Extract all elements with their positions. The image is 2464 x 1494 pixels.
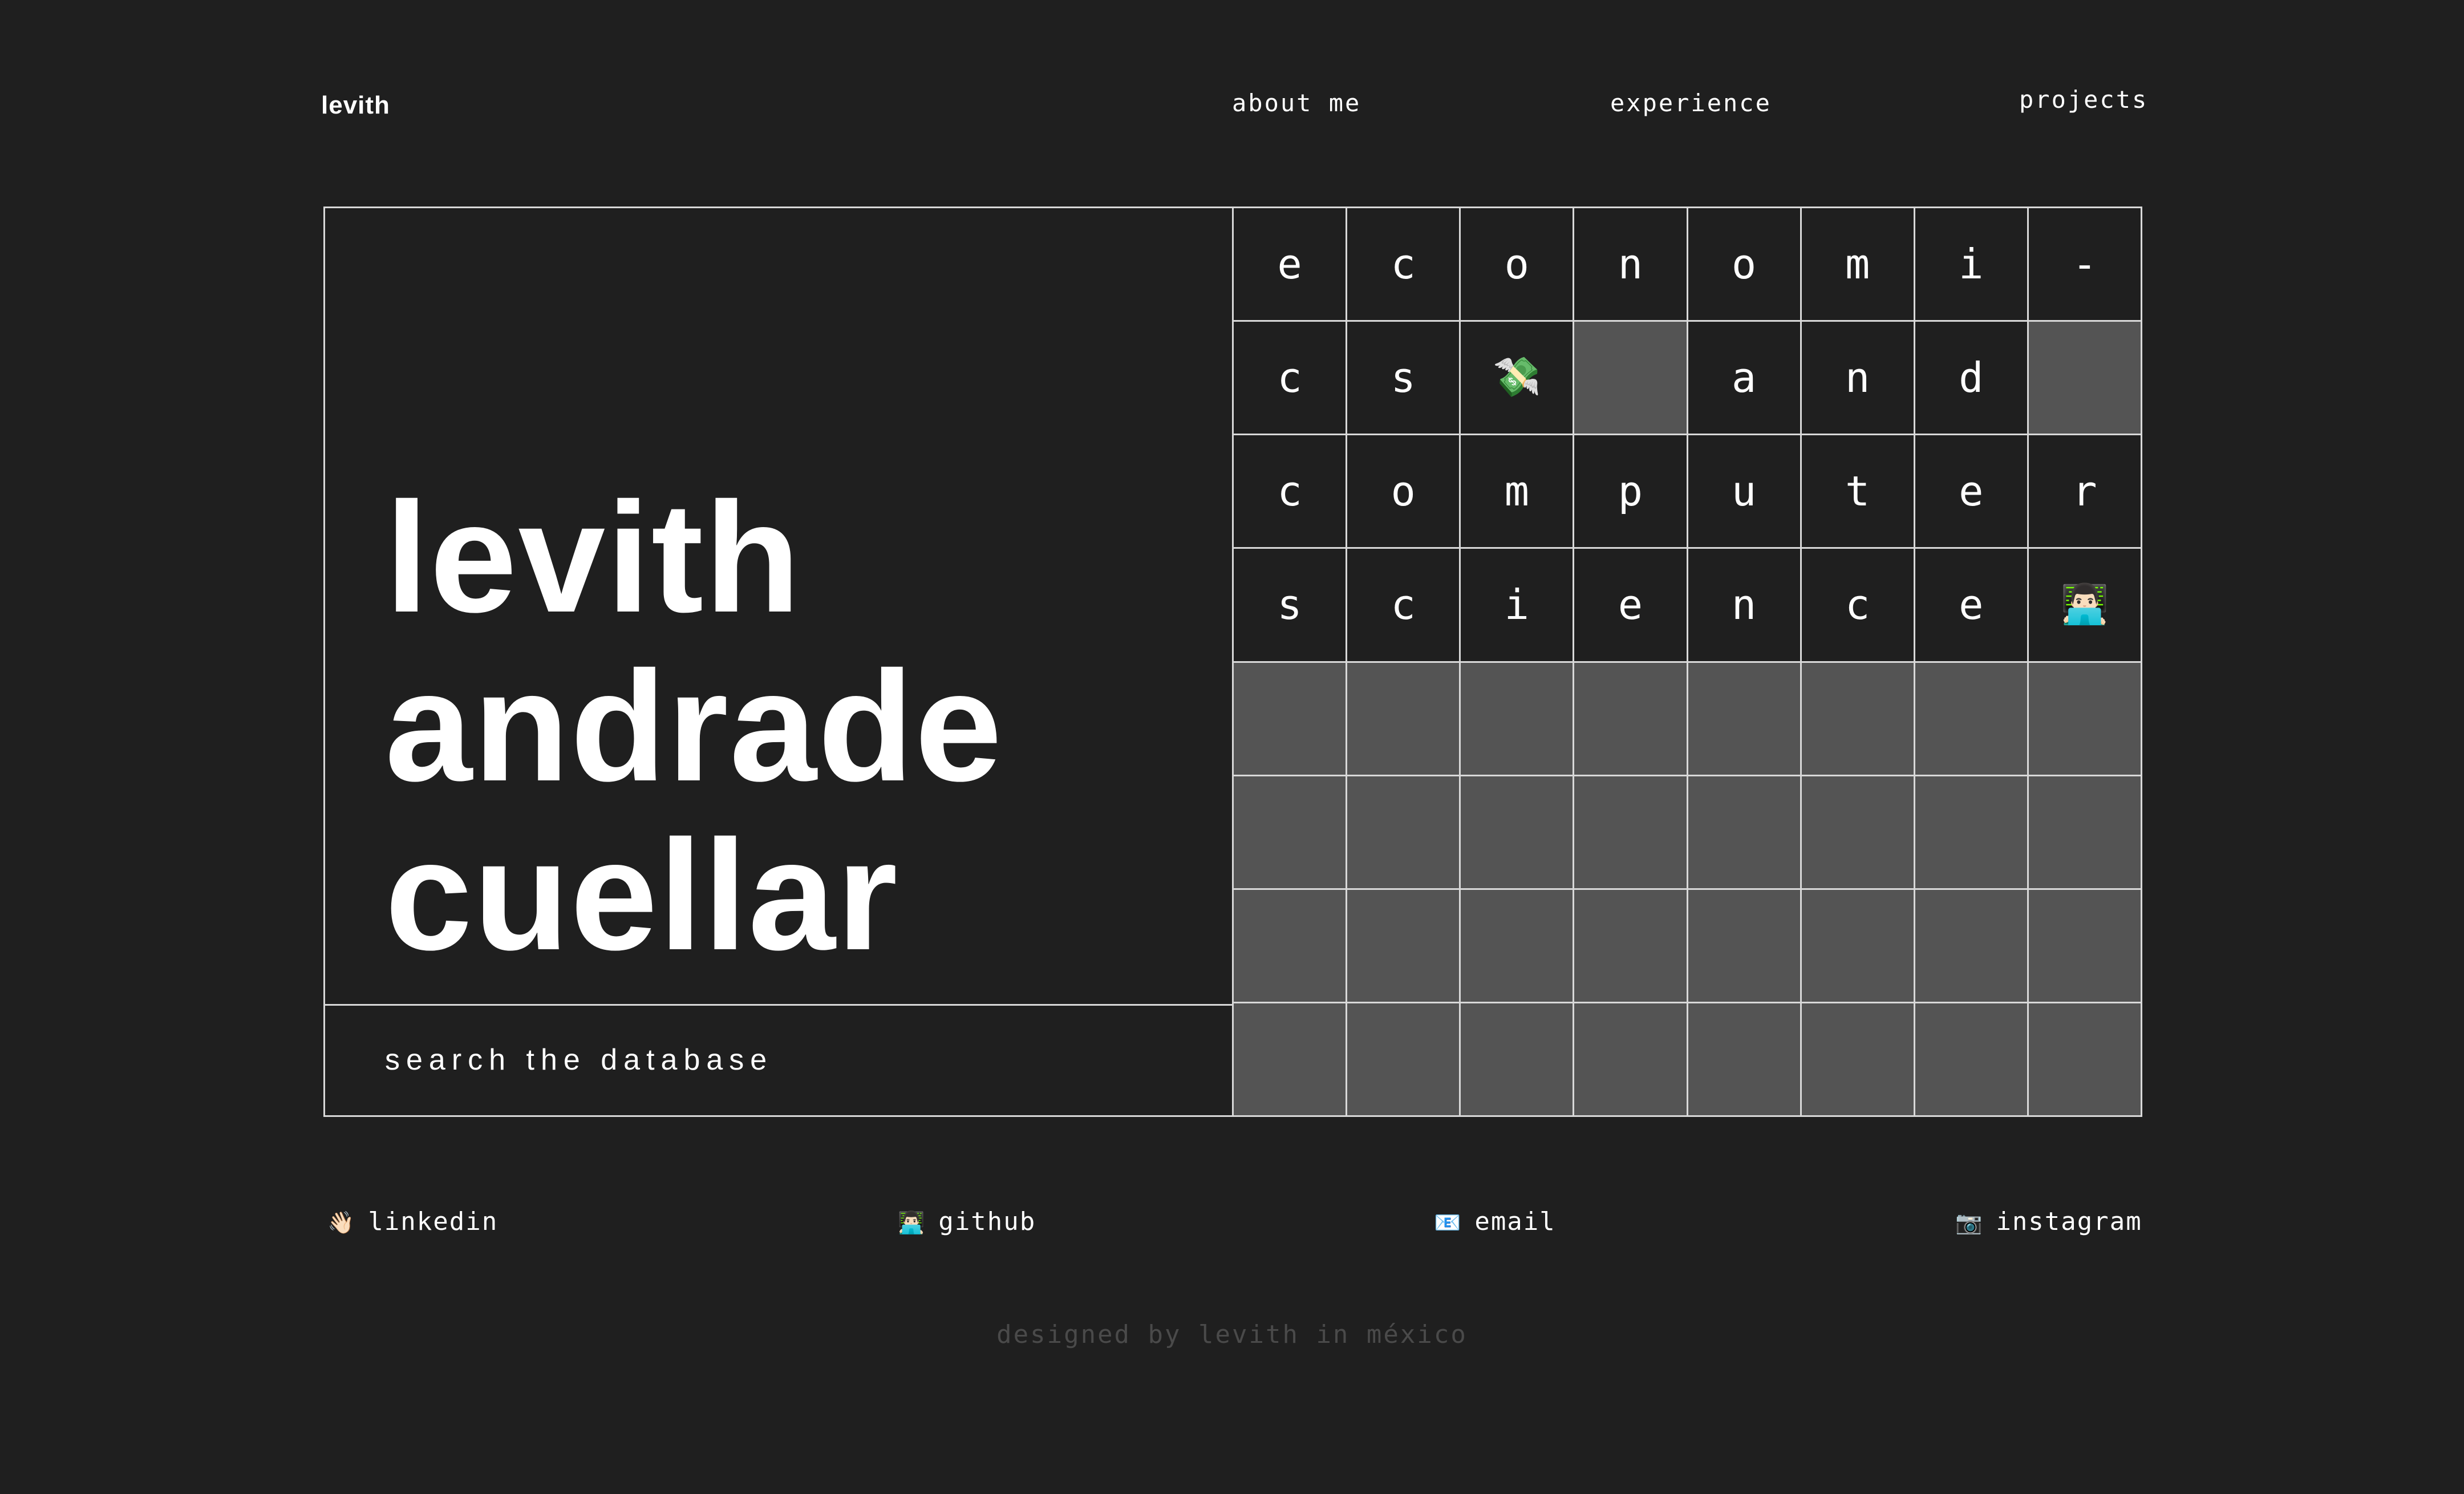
- github-link[interactable]: 👨🏻‍💻 github: [898, 1207, 1036, 1236]
- grid-cell-empty: [1688, 662, 1802, 776]
- nav-experience[interactable]: experience: [1610, 89, 1772, 117]
- envelope-icon: 📧: [1434, 1210, 1462, 1235]
- site-logo[interactable]: levith: [321, 91, 390, 120]
- grid-cell-letter: s: [1347, 322, 1461, 436]
- technologist-icon: 👨🏻‍💻: [898, 1210, 926, 1235]
- grid-cell-empty: [1915, 662, 2029, 776]
- search-database-field[interactable]: search the database: [323, 1004, 1234, 1117]
- grid-cell-empty: [1688, 1003, 1802, 1117]
- grid-cell-letter: e: [1574, 549, 1688, 663]
- grid-cell-empty: [1801, 1003, 1915, 1117]
- waving-hand-icon: 👋🏻: [327, 1210, 356, 1235]
- grid-cell-empty: [1574, 889, 1688, 1003]
- grid-cell-empty: [1234, 889, 1348, 1003]
- letter-grid: e c o n o m i - c s 💸 a n d c o m p u t e r s c i e n c e 👨🏻‍💻: [1232, 207, 2142, 1117]
- grid-cell-empty: [1234, 662, 1348, 776]
- grid-cell-empty: [1574, 322, 1688, 436]
- hero-panel: levith andrade cuellar: [323, 207, 1234, 1004]
- grid-cell-empty: [1915, 889, 2029, 1003]
- grid-cell-empty: [1461, 776, 1575, 890]
- linkedin-link[interactable]: 👋🏻 linkedin: [327, 1207, 498, 1236]
- grid-cell-empty: [1915, 776, 2029, 890]
- grid-cell-empty: [1234, 776, 1348, 890]
- github-label: github: [938, 1207, 1036, 1236]
- grid-cell-empty: [1688, 776, 1802, 890]
- grid-cell-empty: [1574, 776, 1688, 890]
- name-line-first: levith: [385, 470, 802, 645]
- grid-cell-empty: [2028, 662, 2142, 776]
- name-line-last: cuellar: [385, 808, 899, 983]
- footer-credit: designed by levith in méxico: [996, 1320, 1468, 1349]
- grid-cell-letter: c: [1347, 549, 1461, 663]
- grid-cell-empty: [1461, 1003, 1575, 1117]
- page: levith about me experience projects levi…: [0, 0, 2464, 1494]
- grid-cell-empty: [1801, 662, 1915, 776]
- grid-cell-letter: e: [1915, 549, 2029, 663]
- hero-name: levith andrade cuellar: [385, 473, 1003, 980]
- grid-cell-letter: n: [1801, 322, 1915, 436]
- grid-cell-letter: -: [2028, 208, 2142, 322]
- grid-cell-letter: d: [1915, 322, 2029, 436]
- grid-cell-empty: [1347, 776, 1461, 890]
- grid-cell-letter: c: [1347, 208, 1461, 322]
- grid-cell-letter: c: [1801, 549, 1915, 663]
- grid-cell-letter: a: [1688, 322, 1802, 436]
- search-label: search the database: [385, 1043, 773, 1076]
- grid-cell-letter: e: [1915, 435, 2029, 549]
- grid-cell-letter: t: [1801, 435, 1915, 549]
- grid-cell-empty: [2028, 322, 2142, 436]
- name-line-middle: andrade: [385, 639, 1003, 814]
- grid-cell-empty: [2028, 889, 2142, 1003]
- grid-cell-letter: i: [1461, 549, 1575, 663]
- grid-cell-letter: c: [1234, 435, 1348, 549]
- email-link[interactable]: 📧 email: [1434, 1207, 1556, 1236]
- grid-cell-letter: m: [1461, 435, 1575, 549]
- grid-cell-empty: [2028, 1003, 2142, 1117]
- money-with-wings-icon: 💸: [1461, 322, 1575, 436]
- grid-cell-empty: [1347, 662, 1461, 776]
- grid-cell-empty: [1801, 776, 1915, 890]
- grid-cell-letter: c: [1234, 322, 1348, 436]
- grid-cell-empty: [1347, 889, 1461, 1003]
- grid-cell-empty: [1461, 889, 1575, 1003]
- technologist-icon: 👨🏻‍💻: [2028, 549, 2142, 663]
- grid-cell-empty: [2028, 776, 2142, 890]
- instagram-label: instagram: [1996, 1207, 2142, 1236]
- nav-about-me[interactable]: about me: [1232, 89, 1361, 117]
- grid-cell-letter: i: [1915, 208, 2029, 322]
- grid-cell-letter: m: [1801, 208, 1915, 322]
- instagram-link[interactable]: 📷 instagram: [1955, 1207, 2142, 1236]
- grid-cell-letter: e: [1234, 208, 1348, 322]
- grid-cell-empty: [1688, 889, 1802, 1003]
- grid-cell-letter: o: [1461, 208, 1575, 322]
- grid-cell-empty: [1574, 1003, 1688, 1117]
- email-label: email: [1474, 1207, 1556, 1236]
- grid-cell-empty: [1234, 1003, 1348, 1117]
- grid-cell-empty: [1801, 889, 1915, 1003]
- grid-cell-letter: r: [2028, 435, 2142, 549]
- grid-cell-empty: [1574, 662, 1688, 776]
- grid-cell-letter: o: [1688, 208, 1802, 322]
- grid-cell-empty: [1461, 662, 1575, 776]
- grid-cell-letter: p: [1574, 435, 1688, 549]
- camera-icon: 📷: [1955, 1210, 1984, 1235]
- grid-cell-empty: [1915, 1003, 2029, 1117]
- grid-cell-letter: n: [1574, 208, 1688, 322]
- grid-cell-letter: u: [1688, 435, 1802, 549]
- linkedin-label: linkedin: [368, 1207, 499, 1236]
- grid-cell-empty: [1347, 1003, 1461, 1117]
- grid-cell-letter: s: [1234, 549, 1348, 663]
- grid-cell-letter: n: [1688, 549, 1802, 663]
- nav-projects[interactable]: projects: [2019, 86, 2148, 114]
- grid-cell-letter: o: [1347, 435, 1461, 549]
